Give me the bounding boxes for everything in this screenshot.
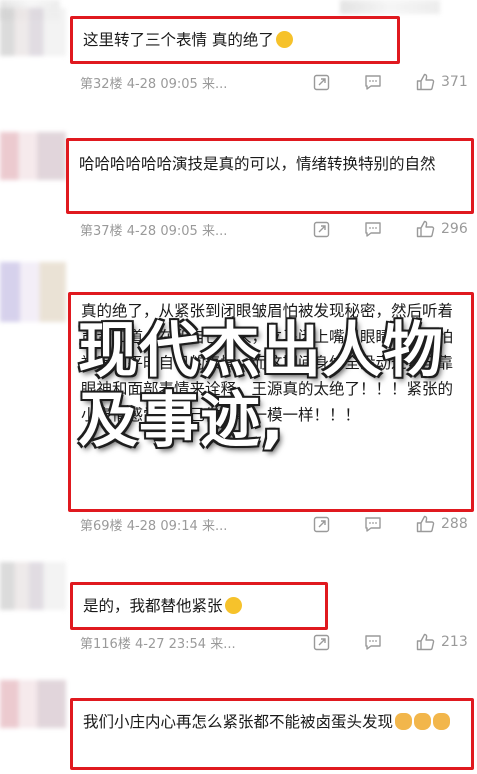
timestamp: 4-28 09:05 <box>126 223 198 239</box>
like-icon[interactable] <box>415 219 435 239</box>
comment-text: 是的，我都替他紧张 <box>83 597 223 615</box>
comment-3-text: 真的绝了，从紧张到闭眼皱眉怕被发现秘密，然后听着声音知道人在和自己走来，立马闭上… <box>68 292 474 512</box>
comment-3-meta: 第69楼 4-28 09:14 来... 288 <box>80 513 469 535</box>
clap-emoji-icon <box>395 713 413 730</box>
comment-icon[interactable] <box>363 72 383 92</box>
source: 来... <box>201 76 228 92</box>
avatar[interactable] <box>0 132 66 180</box>
floor-number: 第32楼 <box>80 76 123 92</box>
like-count: 371 <box>441 74 468 90</box>
grimace-emoji-icon <box>275 31 293 48</box>
comment-icon[interactable] <box>363 219 383 239</box>
avatar[interactable] <box>0 262 66 322</box>
source: 来... <box>201 518 228 534</box>
share-icon[interactable] <box>311 514 331 534</box>
comment-2-meta: 第37楼 4-28 09:05 来... 296 <box>80 218 469 240</box>
timestamp: 4-27 23:54 <box>134 636 207 652</box>
timestamp: 4-28 09:05 <box>126 76 198 92</box>
comment-text: 这里转了三个表情 真的绝了 <box>83 31 274 49</box>
laugh-emoji-icon <box>224 597 242 614</box>
share-icon[interactable] <box>311 219 331 239</box>
clap-emoji-icon <box>414 713 432 730</box>
comment-1-text: 这里转了三个表情 真的绝了 <box>70 16 400 64</box>
comment-2-text: 哈哈哈哈哈哈演技是真的可以，情绪转换特别的自然 <box>66 138 474 214</box>
floor-number: 第116楼 <box>80 636 131 652</box>
avatar[interactable] <box>0 680 66 728</box>
like-icon[interactable] <box>415 632 435 652</box>
comment-text: 我们小庄内心再怎么紧张都不能被卤蛋头发现 <box>83 713 394 731</box>
comment-icon[interactable] <box>363 514 383 534</box>
like-count: 213 <box>441 634 468 650</box>
like-count: 296 <box>441 221 468 237</box>
share-icon[interactable] <box>311 632 331 652</box>
timestamp: 4-28 09:14 <box>126 518 198 534</box>
like-icon[interactable] <box>415 72 435 92</box>
comment-4-text: 是的，我都替他紧张 <box>70 582 328 630</box>
comment-text: 哈哈哈哈哈哈演技是真的可以，情绪转换特别的自然 <box>79 155 436 173</box>
source: 来... <box>201 223 228 239</box>
like-count: 288 <box>441 516 468 532</box>
like-icon[interactable] <box>415 514 435 534</box>
source: 来... <box>210 636 236 652</box>
comment-text: 真的绝了，从紧张到闭眼皱眉怕被发现秘密，然后听着声音知道人在和自己走来，立马闭上… <box>81 302 454 424</box>
floor-number: 第37楼 <box>80 223 123 239</box>
blurred-header <box>340 0 440 14</box>
floor-number: 第69楼 <box>80 518 123 534</box>
clap-emoji-icon <box>433 713 451 730</box>
comment-icon[interactable] <box>363 632 383 652</box>
share-icon[interactable] <box>311 72 331 92</box>
comment-5-text: 我们小庄内心再怎么紧张都不能被卤蛋头发现 <box>70 698 474 770</box>
avatar[interactable] <box>0 562 66 610</box>
comment-4-meta: 第116楼 4-27 23:54 来... 213 <box>80 631 469 653</box>
avatar[interactable] <box>0 8 66 56</box>
comment-1-meta: 第32楼 4-28 09:05 来... 371 <box>80 71 469 93</box>
